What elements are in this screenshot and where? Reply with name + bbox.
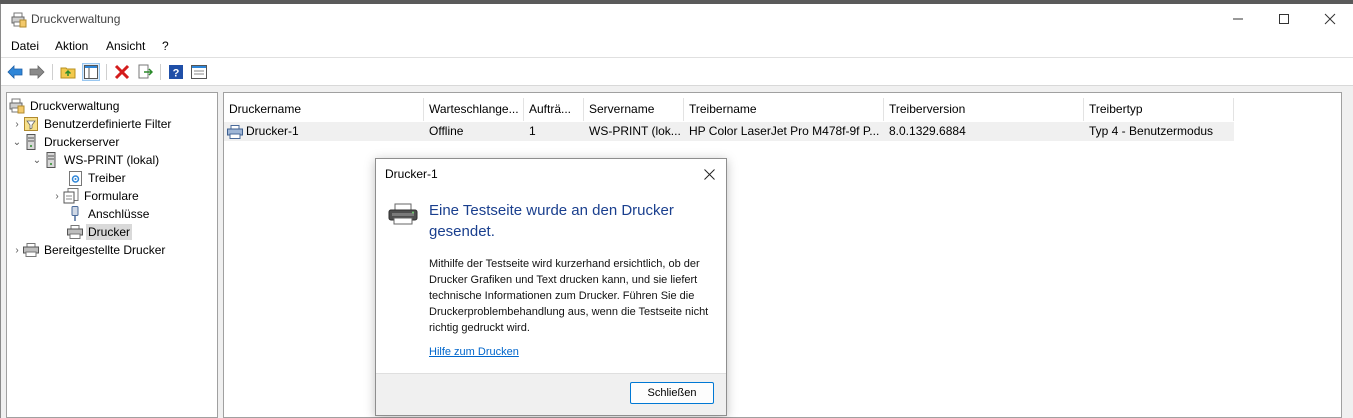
toolbar-separator (160, 64, 161, 80)
menu-aktion[interactable]: Aktion (55, 39, 88, 53)
maximize-button[interactable] (1261, 4, 1307, 34)
chevron-right-icon[interactable]: › (11, 245, 23, 256)
column-header-queue-status[interactable]: Warteschlange... (424, 98, 524, 121)
forms-icon (63, 188, 79, 204)
export-icon[interactable] (136, 63, 154, 81)
back-icon[interactable] (6, 63, 24, 81)
close-dialog-button[interactable]: Schließen (630, 382, 714, 404)
dialog-footer: Schließen (376, 373, 726, 415)
window-title: Druckverwaltung (31, 12, 121, 26)
tree-label: Benutzerdefinierte Filter (44, 117, 172, 131)
menu-help[interactable]: ? (162, 39, 169, 53)
close-icon (703, 168, 715, 180)
tree-label: Formulare (84, 189, 139, 203)
tree-node-ws-print[interactable]: ⌄ WS-PRINT (lokal) (31, 151, 161, 169)
tree-label: Bereitgestellte Drucker (44, 243, 166, 257)
cell-driver-version: 8.0.1329.6884 (889, 124, 966, 138)
tree-label: Drucker (86, 224, 133, 240)
show-hide-tree-icon[interactable] (82, 63, 100, 81)
menu-bar: Datei Aktion Ansicht ? (1, 34, 1353, 58)
toolbar-separator (52, 64, 53, 80)
tree-node-printers[interactable]: Drucker (67, 223, 133, 241)
tree-node-ports[interactable]: Anschlüsse (67, 205, 151, 223)
tree-pane: Druckverwaltung › Benutzerdefinierte Fil… (6, 92, 218, 418)
tree-node-forms[interactable]: › Formulare (51, 187, 141, 205)
tree-node-custom-filters[interactable]: › Benutzerdefinierte Filter (11, 115, 173, 133)
properties-icon[interactable] (190, 63, 208, 81)
tree-node-deployed-printers[interactable]: › Bereitgestellte Drucker (11, 241, 167, 259)
cell-jobs: 1 (529, 124, 536, 138)
cell-driver-name: HP Color LaserJet Pro M478f-9f P... (689, 124, 880, 138)
help-icon[interactable]: ? (167, 63, 185, 81)
server-icon (23, 134, 39, 150)
chevron-right-icon[interactable]: › (51, 191, 63, 202)
menu-datei[interactable]: Datei (11, 39, 39, 53)
column-header-printer-name[interactable]: Druckername (224, 98, 424, 121)
dialog-close-button[interactable] (698, 163, 720, 185)
column-header-driver-version[interactable]: Treiberversion (884, 98, 1084, 121)
svg-text:?: ? (173, 68, 180, 80)
close-button[interactable] (1307, 4, 1353, 34)
tree-label: WS-PRINT (lokal) (64, 153, 160, 167)
forward-icon[interactable] (28, 63, 46, 81)
cell-queue-status: Offline (429, 124, 464, 138)
tree-label: Druckerserver (44, 135, 120, 149)
cell-printer-name: Drucker-1 (224, 122, 424, 141)
print-management-icon (11, 12, 27, 31)
tree-node-print-management[interactable]: Druckverwaltung (9, 97, 121, 115)
print-management-icon (9, 98, 25, 114)
chevron-right-icon[interactable]: › (11, 119, 23, 130)
delete-icon[interactable] (113, 63, 131, 81)
dialog-body-text: Mithilfe der Testseite wird kurzerhand e… (429, 258, 709, 334)
column-header-row: Druckername Warteschlange... Aufträ... S… (224, 98, 1234, 121)
printer-icon (227, 124, 243, 139)
tree-label: Druckverwaltung (30, 99, 120, 113)
dialog-heading: Eine Testseite wurde an den Drucker gese… (429, 202, 674, 240)
printer-name-text: Drucker-1 (246, 124, 299, 138)
tree-node-print-servers[interactable]: ⌄ Druckerserver (11, 133, 121, 151)
column-header-server-name[interactable]: Servername (584, 98, 684, 121)
tree-label: Treiber (88, 171, 126, 185)
menu-ansicht[interactable]: Ansicht (106, 39, 145, 53)
table-row[interactable]: Drucker-1 Offline 1 WS-PRINT (lok... HP … (224, 122, 1234, 141)
printer-icon (388, 203, 418, 228)
vertical-scrollbar[interactable] (1331, 93, 1341, 417)
column-header-driver-type[interactable]: Treibertyp (1084, 98, 1234, 121)
tree-node-drivers[interactable]: Treiber (67, 169, 128, 187)
up-folder-icon[interactable] (59, 63, 77, 81)
test-page-dialog: Drucker-1 Eine Testseite wurde an den Dr… (375, 158, 727, 416)
column-header-driver-name[interactable]: Treibername (684, 98, 884, 121)
chevron-down-icon[interactable]: ⌄ (31, 155, 43, 166)
driver-icon (67, 170, 83, 186)
cell-server-name: WS-PRINT (lok... (589, 124, 681, 138)
column-header-jobs[interactable]: Aufträ... (524, 98, 584, 121)
title-bar: Druckverwaltung (1, 4, 1353, 34)
printer-icon (67, 224, 83, 240)
chevron-down-icon[interactable]: ⌄ (11, 137, 23, 148)
app-window: Druckverwaltung Datei Aktion Ansicht ? ?… (0, 4, 1353, 418)
port-icon (67, 206, 83, 222)
toolbar: ? (1, 58, 1353, 86)
printing-help-link[interactable]: Hilfe zum Drucken (429, 346, 519, 358)
cell-driver-type: Typ 4 - Benutzermodus (1089, 124, 1214, 138)
tree-label: Anschlüsse (88, 207, 150, 221)
toolbar-separator (106, 64, 107, 80)
computer-icon (43, 152, 59, 168)
printer-icon (23, 242, 39, 258)
filter-icon (23, 116, 39, 132)
minimize-button[interactable] (1215, 4, 1261, 34)
dialog-title: Drucker-1 (385, 167, 438, 181)
